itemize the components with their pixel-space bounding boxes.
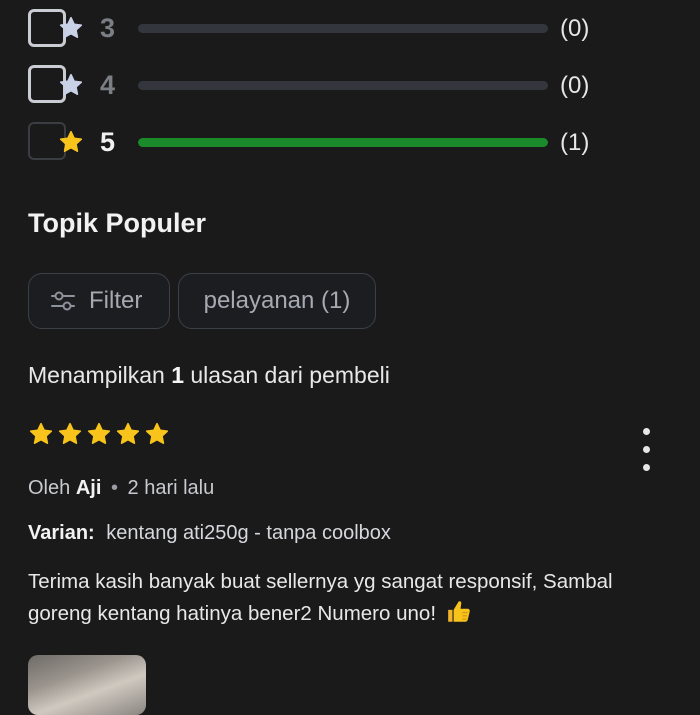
review-byline: Oleh Aji • 2 hari lalu [28,477,214,500]
reviews-summary: Menampilkan 1 ulasan dari pembeli [28,362,390,389]
variant-value: kentang ati250g - tanpa coolbox [106,522,391,544]
star-icon [145,422,169,445]
summary-prefix: Menampilkan [28,362,165,388]
summary-suffix: ulasan dari pembeli [190,362,390,388]
review-time: 2 hari lalu [127,477,215,499]
byline-prefix: Oleh [28,477,71,499]
rating-5-label: 5 [100,127,116,157]
review-rating [28,421,170,447]
review-text: Terima kasih banyak buat sellernya yg sa… [28,570,613,625]
rating-4-bar [138,81,548,90]
rating-3-label: 3 [100,13,116,43]
rating-4-label: 4 [100,70,116,100]
rating-3-count: (0) [560,15,590,42]
summary-count: 1 [171,362,184,388]
rating-5-bar [138,138,548,147]
popular-topics-title: Topik Populer [28,208,207,238]
star-icon [87,422,111,445]
star-icon [58,422,82,445]
thumbs-up-icon [447,601,470,622]
topic-chip-pelayanan[interactable]: pelayanan (1) [178,273,376,329]
byline-separator: • [110,477,118,499]
review-author[interactable]: Aji [76,477,102,499]
star-icon [59,130,83,153]
star-icon [59,16,83,39]
more-options-icon[interactable] [634,428,658,478]
topic-chip-label: pelayanan (1) [203,287,351,314]
filter-sliders-icon [51,291,75,311]
review-variant: Varian: kentang ati250g - tanpa coolbox [28,522,391,545]
star-icon [29,422,53,445]
rating-5-count: (1) [560,129,590,156]
review-text-block: Terima kasih banyak buat sellernya yg sa… [28,566,668,630]
variant-label: Varian: [28,522,95,544]
star-icon [59,73,83,96]
filter-button[interactable]: Filter [28,273,170,329]
review-photo-thumbnail[interactable] [28,655,146,715]
filter-label: Filter [89,287,143,314]
rating-3-bar [138,24,548,33]
star-icon [116,422,140,445]
rating-4-count: (0) [560,72,590,99]
rating-5-bar-fill [138,138,548,147]
